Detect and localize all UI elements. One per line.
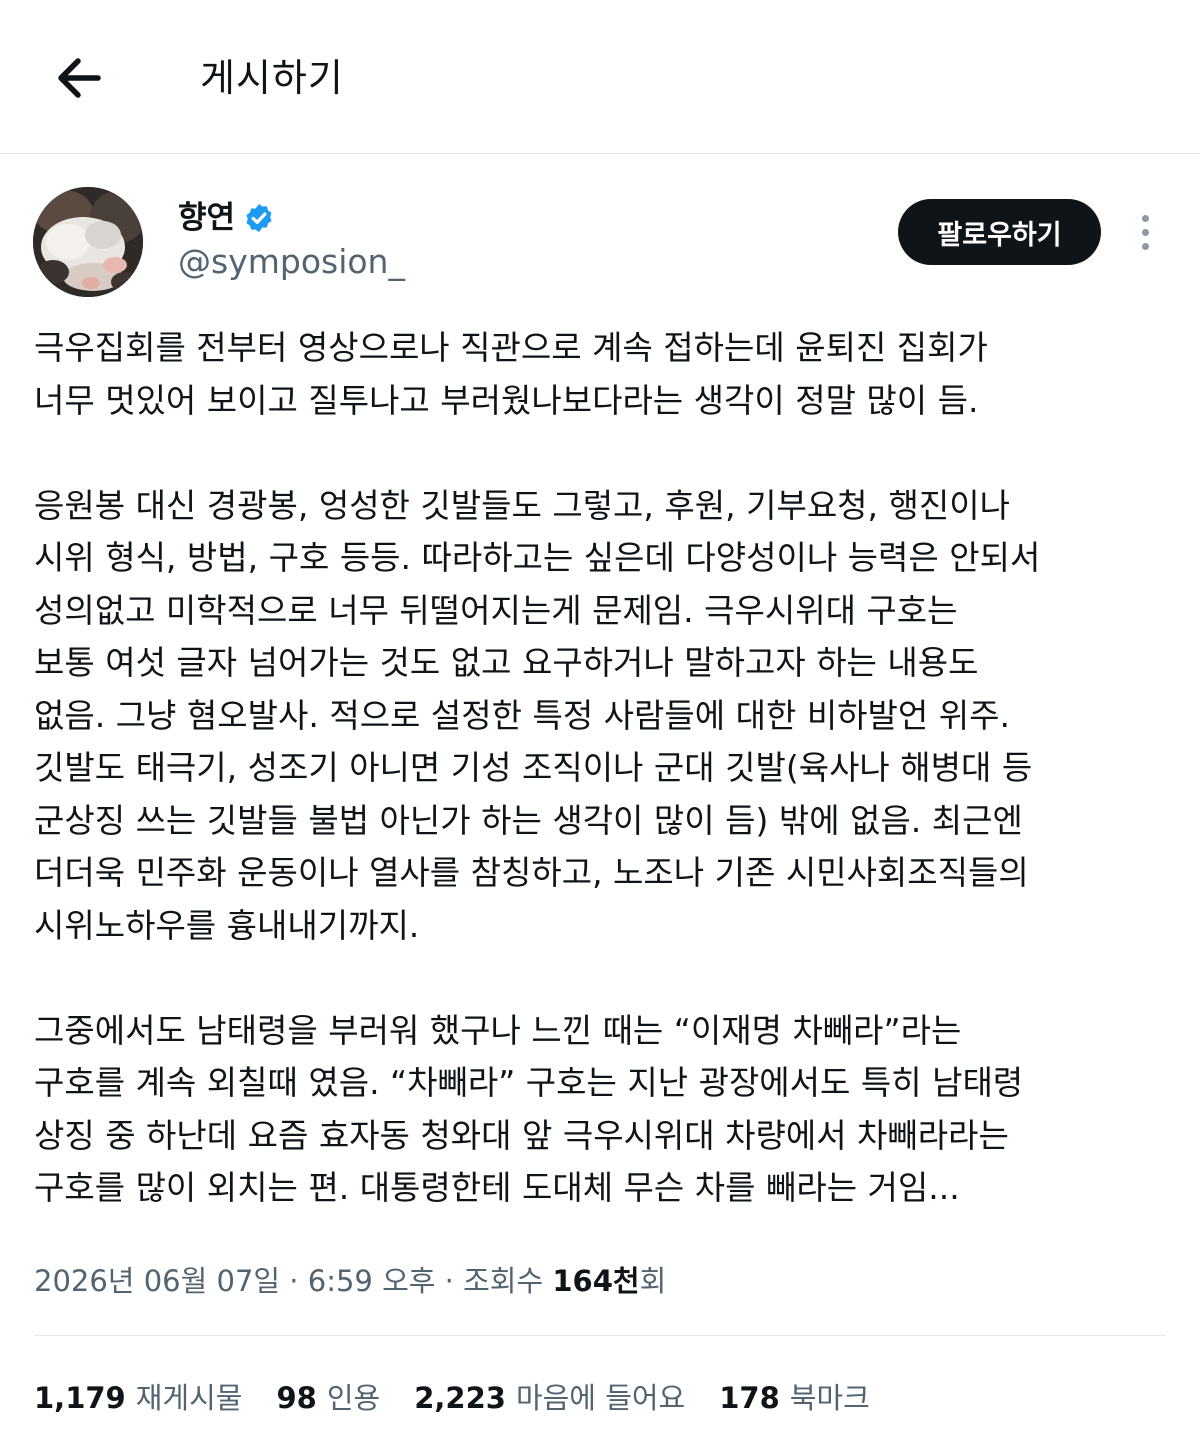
post-text: 극우집회를 전부터 영상으로나 직관으로 계속 접하는데 윤퇴진 집회가 너무 …: [34, 322, 1174, 1215]
post-line: 군상징 쓰는 깃발들 불법 아닌가 하는 생각이 많이 듬) 밖에 없음. 최근…: [34, 800, 1023, 840]
author-avatar[interactable]: [33, 187, 143, 297]
views-label: 조회수: [463, 1264, 553, 1298]
post-date[interactable]: 2026년 06월 07일: [34, 1264, 280, 1298]
post-line: 깃발도 태극기, 성조기 아니면 기성 조직이나 군대 깃발(육사나 해병대 등: [34, 748, 1033, 787]
post-line: 더더욱 민주화 운동이나 열사를 참칭하고, 노조나 기존 시민사회조직들의: [34, 853, 1029, 892]
post-line: 보통 여섯 글자 넘어가는 것도 없고 요구하거나 말하고자 하는 내용도: [34, 643, 979, 682]
back-button[interactable]: [48, 48, 108, 108]
likes-label: 마음에 들어요: [515, 1381, 686, 1415]
divider: [34, 1335, 1166, 1336]
post-line: 너무 멋있어 보이고 질투나고 부러웠나보다라는 생각이 정말 많이 듬.: [34, 380, 979, 420]
more-vertical-icon-dot: [1141, 242, 1149, 250]
cat-avatar-image: [33, 187, 143, 297]
top-bar: 게시하기: [0, 0, 1200, 154]
reposts-count: 1,179: [34, 1381, 126, 1415]
post-line: 성의없고 미학적으로 너무 뒤떨어지는게 문제임. 극우시위대 구호는: [34, 590, 958, 630]
post-line: 시위노하우를 흉내내기까지.: [34, 905, 420, 945]
meta-separator: ·: [280, 1264, 308, 1298]
post-line: 그중에서도 남태령을 부러워 했구나 느낀 때는 “이재명 차빼라”라는: [34, 1010, 962, 1050]
more-vertical-icon: [1141, 214, 1149, 222]
meta-separator: ·: [435, 1264, 464, 1298]
quotes-label: 인용: [326, 1381, 381, 1415]
verified-badge-icon: [246, 204, 272, 232]
bookmarks-label: 북마크: [789, 1381, 870, 1415]
views-suffix: 회: [639, 1264, 667, 1298]
reposts-stat[interactable]: 1,179 재게시물: [34, 1376, 242, 1420]
post-line: 극우집회를 전부터 영상으로나 직관으로 계속 접하는데 윤퇴진 집회가: [34, 328, 988, 367]
post-line: 응원봉 대신 경광봉, 엉성한 깃발들도 그렇고, 후원, 기부요청, 행진이나: [34, 485, 1010, 525]
follow-button[interactable]: 팔로우하기: [898, 199, 1101, 265]
bookmarks-count: 178: [719, 1381, 780, 1415]
post-line-blank: [34, 952, 1174, 1005]
views-count: 164천: [552, 1264, 640, 1298]
bookmarks-stat[interactable]: 178 북마크: [719, 1376, 870, 1420]
more-vertical-icon-dot: [1141, 228, 1149, 236]
author-handle[interactable]: @symposion_: [178, 242, 405, 282]
more-options-button[interactable]: [1125, 208, 1165, 256]
arrow-left-icon: [58, 58, 101, 98]
page-title: 게시하기: [200, 56, 344, 100]
post-line: 구호를 계속 외칠때 였음. “차빼라” 구호는 지난 광장에서도 특히 남태령: [34, 1063, 1024, 1102]
post-line: 구호를 많이 외치는 편. 대통령한테 도대체 무슨 차를 빼라는 거임...: [34, 1168, 960, 1207]
quotes-stat[interactable]: 98 인용: [276, 1376, 380, 1420]
engagement-stats: 1,179 재게시물 98 인용 2,223 마음에 들어요 178 북마크: [34, 1376, 870, 1420]
likes-count: 2,223: [414, 1381, 506, 1415]
post-line: 없음. 그냥 혐오발사. 적으로 설정한 특정 사람들에 대한 비하발언 위주.: [34, 695, 1010, 735]
quotes-count: 98: [276, 1381, 317, 1415]
post-line-blank: [34, 427, 1174, 480]
post-line: 시위 형식, 방법, 구호 등등. 따라하고는 싶은데 다양성이나 능력은 안되…: [34, 538, 1041, 577]
reposts-label: 재게시물: [135, 1381, 243, 1415]
post-meta: 2026년 06월 07일 · 6:59 오후 · 조회수 164천회: [34, 1257, 666, 1305]
post-line: 상징 중 하난데 요즘 효자동 청와대 앞 극우시위대 차량에서 차빼라라는: [34, 1115, 1009, 1155]
likes-stat[interactable]: 2,223 마음에 들어요: [414, 1376, 685, 1420]
post-time[interactable]: 6:59 오후: [308, 1264, 436, 1298]
author-name[interactable]: 향연: [178, 196, 275, 240]
author-display-name: 향연: [178, 200, 236, 236]
